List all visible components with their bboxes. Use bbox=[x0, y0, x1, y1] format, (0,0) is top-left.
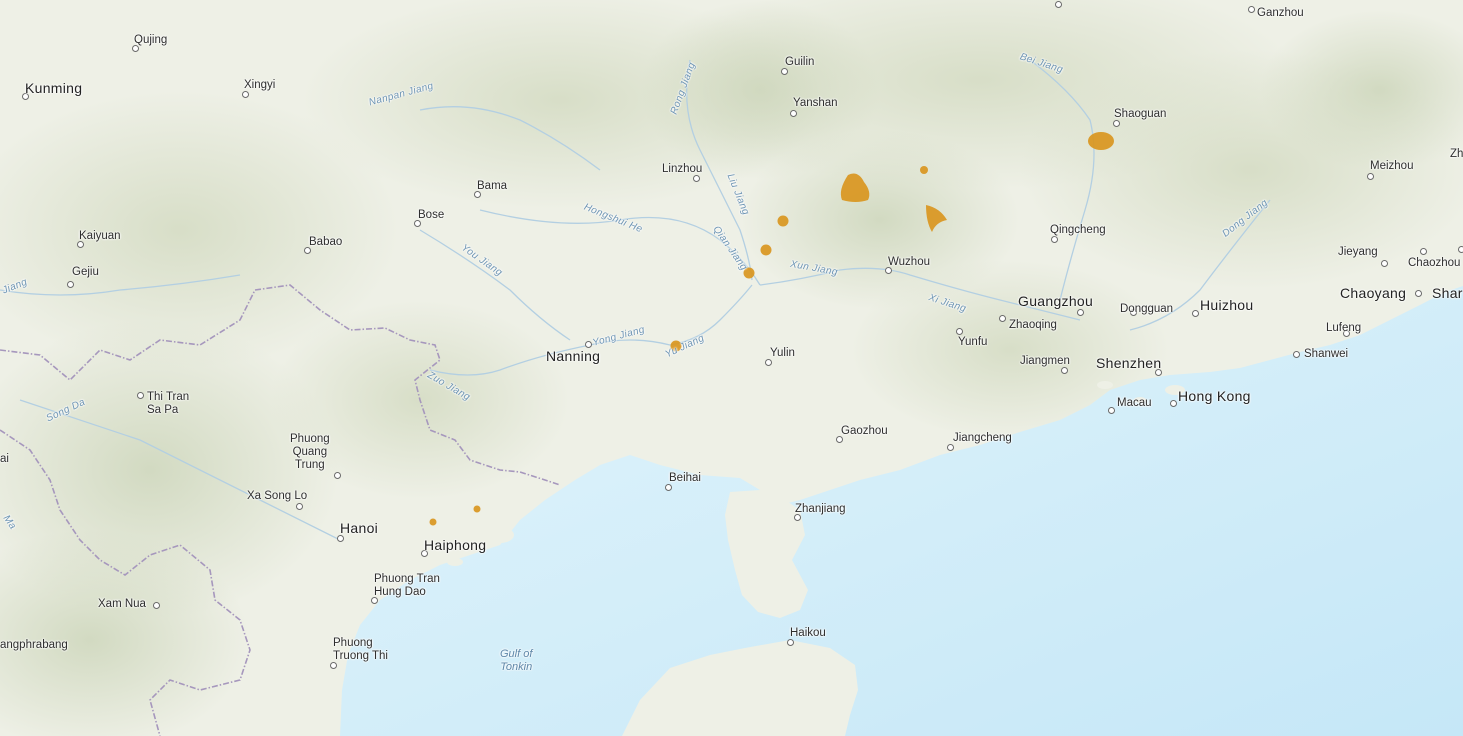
city-label-guilin[interactable]: Guilin bbox=[785, 56, 814, 69]
city-label-kaiyuan[interactable]: Kaiyuan bbox=[79, 230, 121, 243]
city-label-haiphong[interactable]: Haiphong bbox=[424, 537, 486, 553]
city-label-beihai[interactable]: Beihai bbox=[669, 472, 701, 485]
city-label-bose[interactable]: Bose bbox=[418, 209, 444, 222]
city-label-xamnua[interactable]: Xam Nua bbox=[98, 598, 146, 611]
city-label-ganzhou[interactable]: Ganzhou bbox=[1257, 7, 1304, 20]
city-label-chaoyang[interactable]: Chaoyang bbox=[1340, 285, 1406, 301]
city-label-hanoi[interactable]: Hanoi bbox=[340, 520, 378, 536]
city-dot bbox=[1108, 407, 1115, 414]
city-label-thitran[interactable]: Thi Tran Sa Pa bbox=[147, 391, 189, 417]
city-label-yunfu[interactable]: Yunfu bbox=[958, 336, 987, 349]
city-label-li-edge[interactable]: ai bbox=[0, 453, 9, 466]
city-dot bbox=[137, 392, 144, 399]
city-label-zhaoqing[interactable]: Zhaoqing bbox=[1009, 319, 1057, 332]
city-dot bbox=[999, 315, 1006, 322]
city-label-yanshan[interactable]: Yanshan bbox=[793, 97, 838, 110]
city-dot bbox=[337, 535, 344, 542]
city-label-gejiu[interactable]: Gejiu bbox=[72, 266, 99, 279]
city-label-meizhou[interactable]: Meizhou bbox=[1370, 160, 1413, 173]
city-dot bbox=[296, 503, 303, 510]
city-dot bbox=[67, 281, 74, 288]
city-label-chaozhou[interactable]: Chaozhou bbox=[1408, 257, 1460, 270]
city-label-phuongtran[interactable]: Phuong Tran Hung Dao bbox=[374, 573, 440, 599]
city-dot bbox=[1055, 1, 1062, 8]
city-label-xingyi[interactable]: Xingyi bbox=[244, 79, 275, 92]
city-label-haikou[interactable]: Haikou bbox=[790, 627, 826, 640]
city-dot bbox=[1381, 260, 1388, 267]
city-dot bbox=[1248, 6, 1255, 13]
city-label-huizhou[interactable]: Huizhou bbox=[1200, 297, 1253, 313]
city-dot bbox=[781, 68, 788, 75]
city-dot bbox=[1367, 173, 1374, 180]
city-dot bbox=[1170, 400, 1177, 407]
city-dot bbox=[693, 175, 700, 182]
city-dot bbox=[1051, 236, 1058, 243]
city-dot bbox=[1415, 290, 1422, 297]
city-dot bbox=[1293, 351, 1300, 358]
city-label-kunming[interactable]: Kunming bbox=[25, 80, 82, 96]
city-label-phuongquang[interactable]: Phuong Quang Trung bbox=[290, 433, 330, 472]
city-label-gaozhou[interactable]: Gaozhou bbox=[841, 425, 888, 438]
city-dot bbox=[334, 472, 341, 479]
city-label-phuongtruong[interactable]: Phuong Truong Thi bbox=[333, 637, 388, 663]
city-label-hongkong[interactable]: Hong Kong bbox=[1178, 388, 1251, 404]
city-dot bbox=[956, 328, 963, 335]
feature-point-small[interactable] bbox=[920, 166, 928, 174]
city-label-luangprabang[interactable]: angphrabang bbox=[0, 639, 68, 652]
city-dot bbox=[765, 359, 772, 366]
city-label-bama[interactable]: Bama bbox=[477, 180, 507, 193]
map-canvas[interactable]: Ganzhou Qujing Guilin Kunming Xingyi Yan… bbox=[0, 0, 1463, 736]
city-dot bbox=[1192, 310, 1199, 317]
city-label-jiangmen[interactable]: Jiangmen bbox=[1020, 355, 1070, 368]
city-dot bbox=[665, 484, 672, 491]
city-label-babao[interactable]: Babao bbox=[309, 236, 342, 249]
city-label-shantou[interactable]: Shar bbox=[1432, 285, 1463, 301]
city-label-guangzhou[interactable]: Guangzhou bbox=[1018, 293, 1093, 309]
feature-point-5[interactable] bbox=[429, 518, 437, 526]
city-dot bbox=[787, 639, 794, 646]
city-label-shanwei[interactable]: Shanwei bbox=[1304, 348, 1348, 361]
city-label-qujing[interactable]: Qujing bbox=[134, 34, 167, 47]
city-dot bbox=[242, 91, 249, 98]
city-label-shenzhen[interactable]: Shenzhen bbox=[1096, 355, 1161, 371]
city-label-macau[interactable]: Macau bbox=[1117, 397, 1152, 410]
city-label-shaoguan[interactable]: Shaoguan bbox=[1114, 108, 1166, 121]
city-label-xasonglo[interactable]: Xa Song Lo bbox=[247, 490, 307, 503]
basemap bbox=[0, 0, 1463, 736]
city-label-jieyang[interactable]: Jieyang bbox=[1338, 246, 1378, 259]
feature-area-shaoguan[interactable] bbox=[1088, 132, 1114, 150]
city-dot bbox=[1420, 248, 1427, 255]
city-label-lufeng[interactable]: Lufeng bbox=[1326, 322, 1361, 335]
city-dot bbox=[1061, 367, 1068, 374]
city-dot bbox=[1458, 246, 1463, 253]
city-dot bbox=[1077, 309, 1084, 316]
city-dot bbox=[585, 341, 592, 348]
city-label-linzhou[interactable]: Linzhou bbox=[662, 163, 702, 176]
feature-point-1[interactable] bbox=[777, 215, 789, 227]
city-label-nanning[interactable]: Nanning bbox=[546, 348, 600, 364]
city-dot bbox=[153, 602, 160, 609]
city-label-jiangcheng[interactable]: Jiangcheng bbox=[953, 432, 1012, 445]
feature-point-6[interactable] bbox=[473, 505, 481, 513]
city-label-zh-edge[interactable]: Zh bbox=[1450, 148, 1463, 161]
city-label-zhanjiang[interactable]: Zhanjiang bbox=[795, 503, 846, 516]
city-dot bbox=[330, 662, 337, 669]
city-dot bbox=[1113, 120, 1120, 127]
feature-point-2[interactable] bbox=[760, 244, 772, 256]
city-label-wuzhou[interactable]: Wuzhou bbox=[888, 256, 930, 269]
city-dot bbox=[947, 444, 954, 451]
city-label-dongguan[interactable]: Dongguan bbox=[1120, 303, 1173, 316]
city-dot bbox=[790, 110, 797, 117]
city-label-qingcheng[interactable]: Qingcheng bbox=[1050, 224, 1106, 237]
city-label-yulin[interactable]: Yulin bbox=[770, 347, 795, 360]
water-label-gulf-of-tonkin: Gulf of Tonkin bbox=[500, 648, 533, 673]
